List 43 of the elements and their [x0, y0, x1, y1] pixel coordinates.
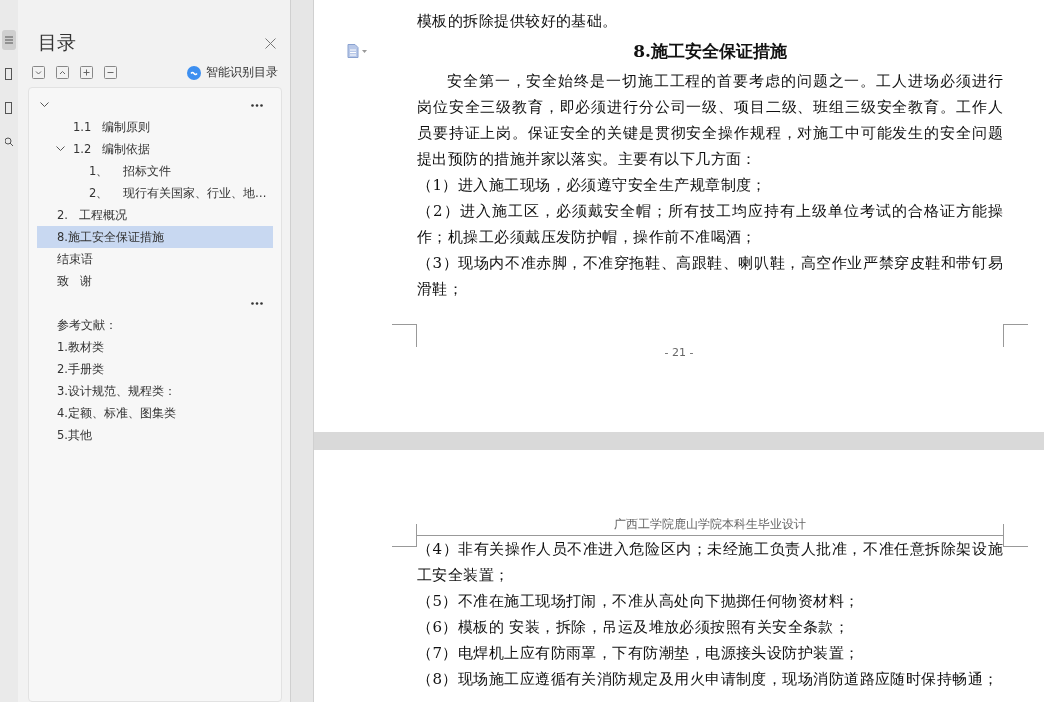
toc-item[interactable]: 1.1 编制原则 [37, 116, 273, 138]
toc-item[interactable]: 5.其他 [37, 424, 273, 446]
toc-item[interactable]: 2、 现行有关国家、行业、地… [37, 182, 273, 204]
corner-mark [1003, 324, 1028, 347]
smart-toc-button[interactable]: 智能识别目录 [187, 64, 278, 81]
toc-item[interactable]: 参考文献： [37, 314, 273, 336]
toc-item[interactable]: 4.定额、标准、图集类 [37, 402, 273, 424]
more-icon[interactable] [251, 302, 263, 305]
paragraph: （4）非有关操作人员不准进入危险区内；未经施工负责人批准，不准任意拆除架设施工安全装置； [417, 539, 1003, 586]
paragraph: 模板的拆除提供较好的基础。 [417, 11, 619, 32]
toc-item[interactable]: 1.2 编制依据 [37, 138, 273, 160]
scrollbar[interactable] [290, 0, 314, 702]
more-icon[interactable] [251, 104, 263, 107]
toc-item[interactable]: 8.施工安全保证措施 [37, 226, 273, 248]
corner-mark [392, 324, 417, 347]
toc-item[interactable]: 结束语 [37, 248, 273, 270]
paragraph: （7）电焊机上应有防雨罩，下有防潮垫，电源接头设防护装置； [417, 643, 861, 664]
toc-item[interactable]: 1.教材类 [37, 336, 273, 358]
toc-item[interactable]: 2.手册类 [37, 358, 273, 380]
page-number: - 21 - [663, 346, 695, 359]
expand-up-icon[interactable] [56, 66, 69, 79]
toc-item[interactable]: 1、 招标文件 [37, 160, 273, 182]
paragraph: （1）进入施工现场，必须遵守安全生产规章制度； [417, 175, 768, 196]
panel-title: 目录 [38, 30, 76, 55]
toc-item[interactable]: 2. 工程概况 [37, 204, 273, 226]
paragraph: 安全第一，安全始终是一切施工工程的首要考虑的问题之一。工人进场必须进行岗位安全三级教育，即必须进行分公司一级、项目二级、班组三级安全教育。工作人员要持证上岗。保证安全的关键是贯彻安全操作规程，对施工中可能发生的安全问题提出预防的措施并家以落实。主要有以下几方面： [417, 71, 1003, 170]
chevron-icon[interactable] [40, 102, 49, 108]
toc-item[interactable]: 致 谢 [37, 270, 273, 292]
chevron-icon[interactable] [56, 146, 65, 152]
paragraph: （3）现场内不准赤脚，不准穿拖鞋、高跟鞋、喇叭鞋，高空作业严禁穿皮鞋和带钉易滑鞋； [417, 253, 1003, 300]
paragraph: （6）模板的 安装，拆除，吊运及堆放必须按照有关安全条款； [417, 617, 851, 638]
page-header: 广西工学院鹿山学院本科生毕业设计 [614, 516, 806, 533]
document-icon[interactable] [347, 44, 367, 58]
paragraph: （5）不准在施工现场打闹，不准从高处向下抛掷任何物资材料； [417, 591, 861, 612]
section-heading: 8.施工安全保证措施 [633, 39, 787, 63]
collapse-all-icon[interactable] [32, 66, 45, 79]
toc-item[interactable]: 3.设计规范、规程类： [37, 380, 273, 402]
minus-icon[interactable] [104, 66, 117, 79]
cloud-icon [187, 65, 201, 80]
plus-icon[interactable] [80, 66, 93, 79]
close-icon[interactable] [265, 37, 276, 49]
paragraph: （8）现场施工应遵循有关消防规定及用火申请制度，现场消防道路应随时保持畅通； [417, 669, 1000, 690]
paragraph: （2）进入施工区，必须戴安全帽；所有技工均应持有上级单位考试的合格证方能操作；机操工必须戴压发防护帽，操作前不准喝酒； [417, 201, 1003, 248]
